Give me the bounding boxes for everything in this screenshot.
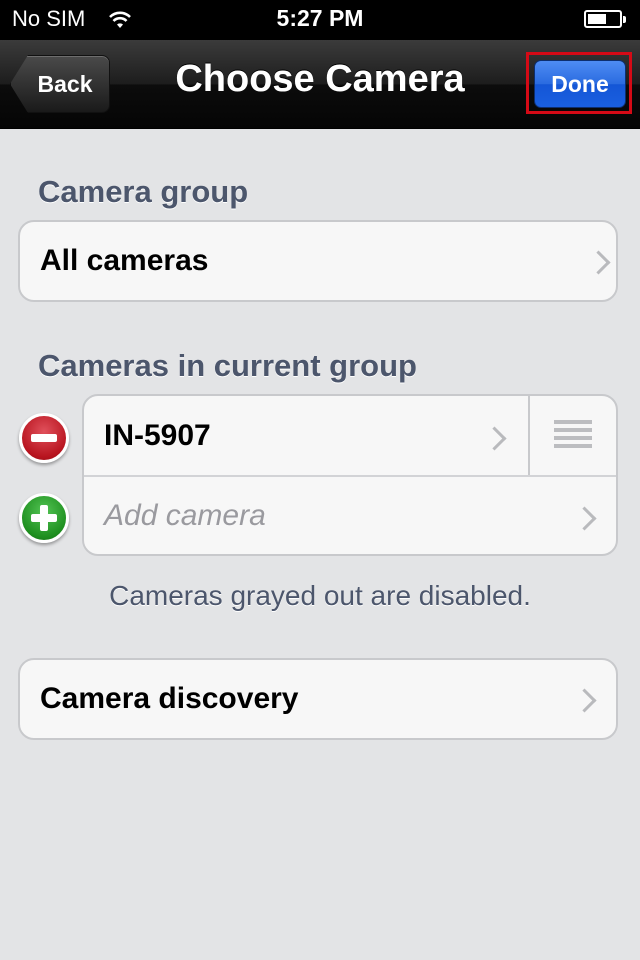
delete-icon[interactable]: [19, 413, 69, 463]
camera-row[interactable]: IN-5907: [84, 396, 528, 476]
back-button-label: Back: [37, 70, 93, 97]
camera-discovery-cell[interactable]: Camera discovery: [18, 658, 618, 740]
add-camera-row[interactable]: Add camera: [84, 477, 616, 555]
camera-group-cell[interactable]: All cameras: [18, 220, 618, 302]
row-divider-vertical: [528, 396, 530, 476]
camera-group-header: Camera group: [38, 174, 249, 209]
add-camera-placeholder: Add camera: [104, 499, 266, 532]
status-time: 5:27 PM: [276, 5, 364, 31]
camera-name: IN-5907: [104, 419, 211, 452]
disabled-cameras-note: Cameras grayed out are disabled.: [109, 580, 531, 611]
done-button-label: Done: [551, 70, 609, 97]
camera-group-row[interactable]: All cameras: [20, 222, 616, 300]
add-icon[interactable]: [19, 493, 69, 543]
done-button[interactable]: Done: [534, 60, 626, 108]
reorder-icon[interactable]: [554, 420, 592, 448]
current-group-list: IN-5907 Add camera: [82, 394, 618, 556]
camera-group-value: All cameras: [40, 244, 209, 277]
camera-discovery-label: Camera discovery: [40, 682, 299, 715]
done-button-highlight: Done: [526, 52, 632, 114]
navigation-bar: Back Choose Camera Done: [0, 40, 640, 129]
status-bar: No SIM 5:27 PM: [0, 0, 640, 40]
page-title: Choose Camera: [175, 58, 465, 100]
camera-discovery-row[interactable]: Camera discovery: [20, 660, 616, 738]
back-button[interactable]: Back: [10, 55, 110, 113]
battery-icon: [584, 10, 626, 28]
current-group-header: Cameras in current group: [38, 348, 417, 383]
